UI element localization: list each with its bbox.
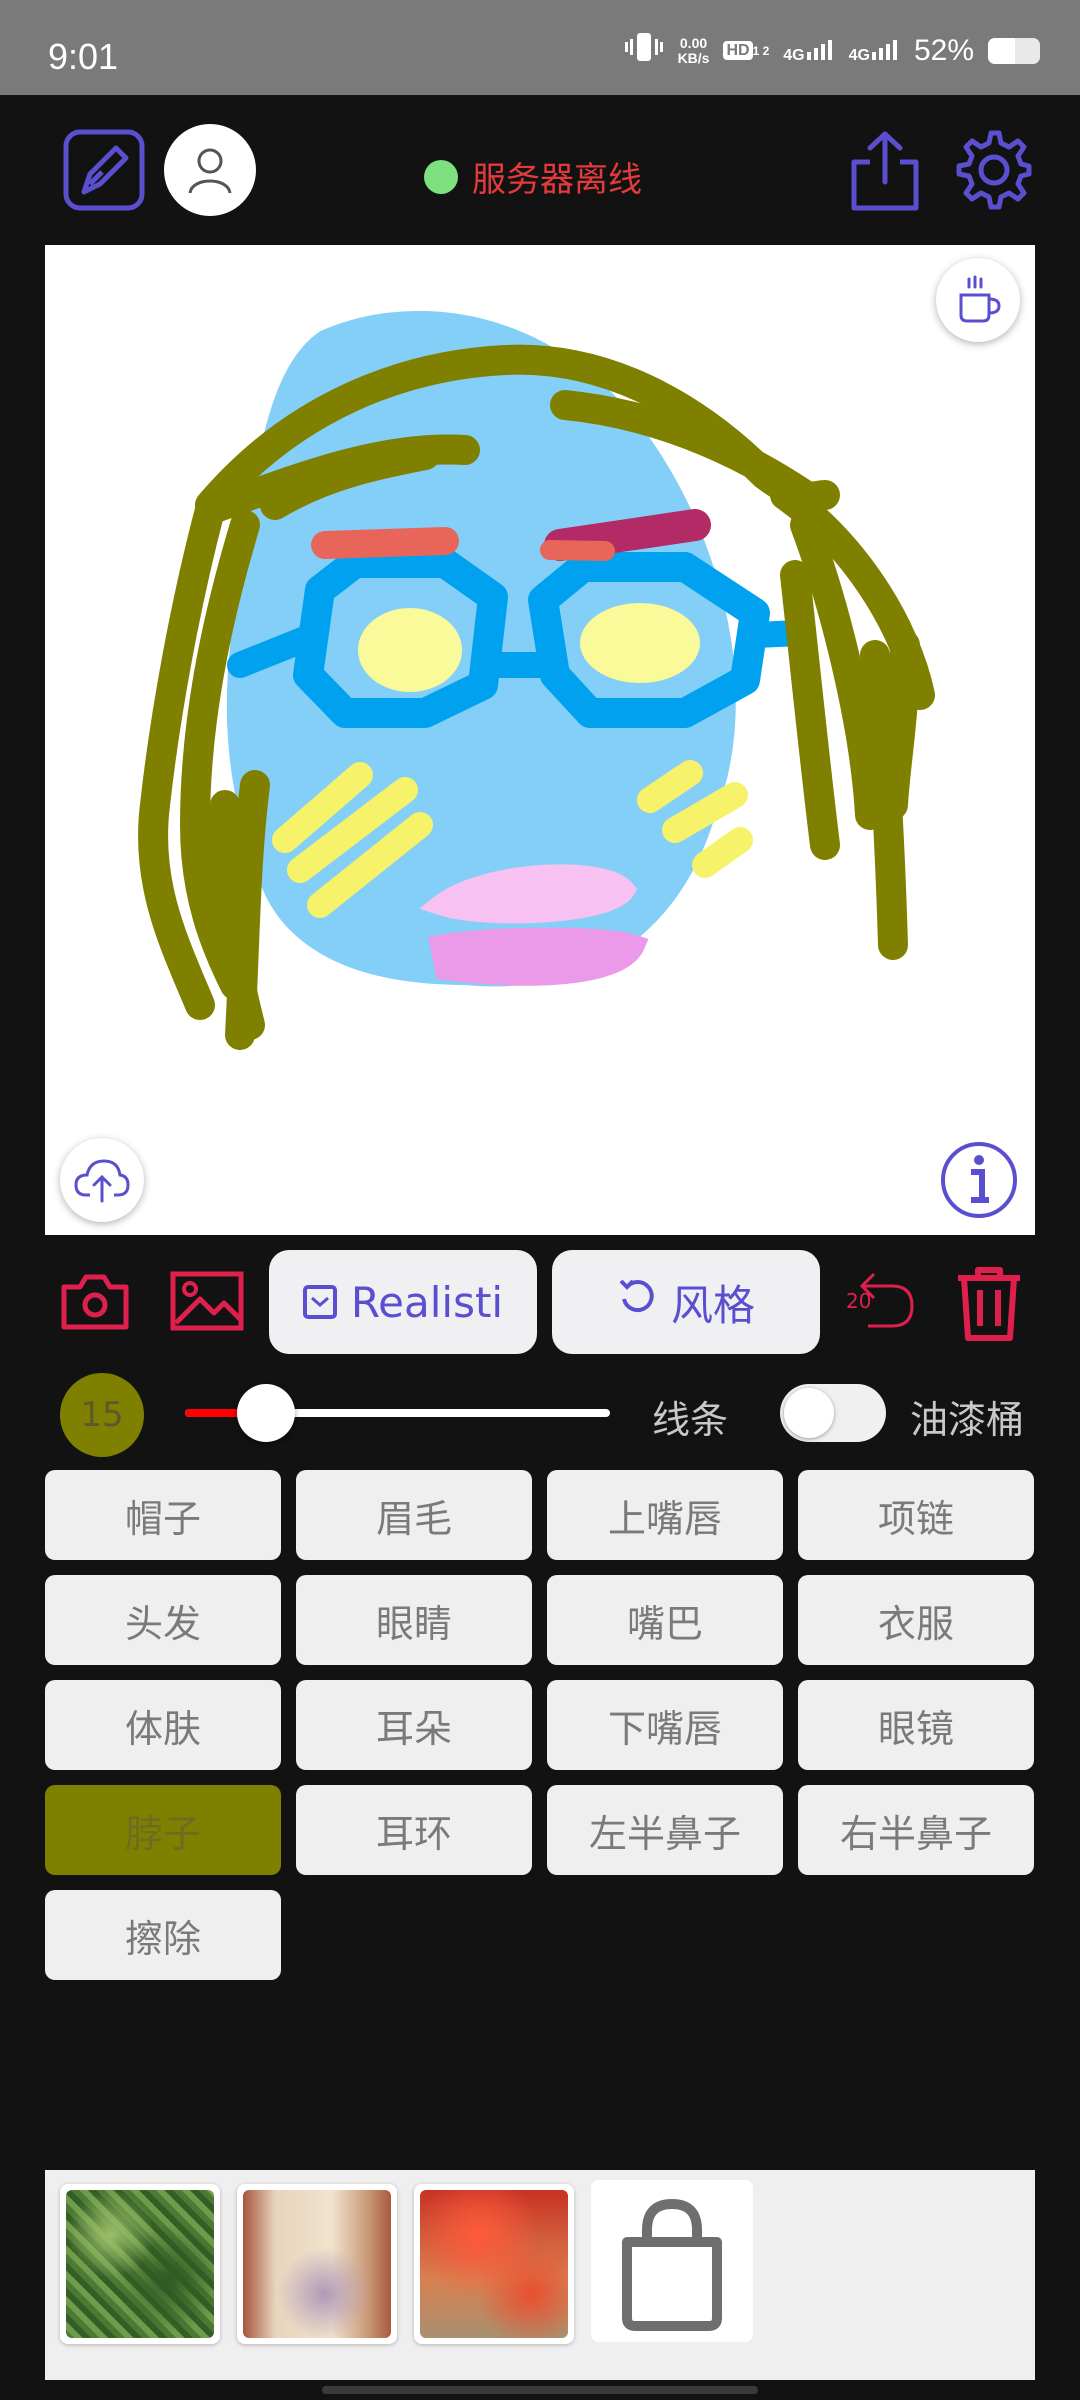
thumbnail-image-3 (420, 2190, 568, 2338)
battery-icon (988, 38, 1040, 64)
part-selector-grid: 帽子 眉毛 上嘴唇 项链头发 眼睛 嘴巴 衣服体肤 耳朵 下嘴唇 眼镜脖子 耳环 左半鼻子 右半鼻子擦除 (45, 1470, 1035, 1980)
part-button[interactable]: 衣服 (798, 1575, 1034, 1665)
thumbnail-image-1 (66, 2190, 214, 2338)
brush-size-badge: 15 (60, 1373, 144, 1457)
status-indicators: 0.00 KB/s HD 1 2 4G 4G 52% (624, 30, 1040, 72)
cloud-upload-icon[interactable] (60, 1138, 144, 1222)
part-button[interactable]: 下嘴唇 (547, 1680, 783, 1770)
toggle-knob (784, 1388, 834, 1438)
undo-icon[interactable] (848, 1266, 918, 1336)
refresh-icon (617, 1277, 657, 1327)
net-speed: 0.00 KB/s (677, 35, 710, 66)
battery-percent: 52% (913, 34, 974, 67)
style-thumbnail[interactable] (237, 2184, 397, 2344)
vibrate-icon (624, 30, 664, 72)
user-avatar-icon[interactable] (164, 124, 256, 216)
part-button[interactable]: 擦除 (45, 1890, 281, 1980)
server-status-text: 服务器离线 (472, 160, 642, 200)
line-mode-label: 线条 (652, 1398, 729, 1442)
part-button[interactable]: 头发 (45, 1575, 281, 1665)
status-time: 9:01 (48, 36, 119, 77)
signal-2: 4G (849, 38, 900, 65)
part-button[interactable]: 脖子 (45, 1785, 281, 1875)
slider-thumb[interactable] (236, 1384, 295, 1442)
server-status: 服务器离线 (424, 152, 642, 201)
coffee-cup-icon[interactable] (936, 258, 1020, 342)
camera-icon[interactable] (60, 1268, 130, 1334)
part-button[interactable]: 上嘴唇 (547, 1470, 783, 1560)
part-button[interactable]: 帽子 (45, 1470, 281, 1560)
part-button[interactable]: 右半鼻子 (798, 1785, 1034, 1875)
sketch-drawing (138, 310, 935, 1050)
realistic-label: Realisti (350, 1277, 504, 1327)
image-icon[interactable] (170, 1268, 244, 1334)
checkbox-icon (302, 1285, 337, 1319)
share-icon[interactable] (846, 128, 924, 212)
style-button[interactable]: 风格 (552, 1250, 820, 1354)
part-button[interactable]: 体肤 (45, 1680, 281, 1770)
paint-bucket-toggle[interactable] (780, 1384, 886, 1442)
style-thumbnails (45, 2170, 1035, 2380)
part-button[interactable]: 耳环 (296, 1785, 532, 1875)
paint-bucket-label: 油漆桶 (910, 1398, 1025, 1442)
style-label: 风格 (670, 1280, 755, 1330)
part-button[interactable]: 耳朵 (296, 1680, 532, 1770)
realistic-button[interactable]: Realisti (269, 1250, 537, 1354)
part-button[interactable]: 眉毛 (296, 1470, 532, 1560)
drawing-canvas[interactable] (45, 245, 1035, 1235)
signal-1: 4G (783, 38, 834, 65)
gear-icon[interactable] (952, 128, 1036, 212)
part-button[interactable]: 眼睛 (296, 1575, 532, 1665)
battery-level (988, 38, 1016, 64)
style-thumbnail[interactable] (414, 2184, 574, 2344)
part-button[interactable]: 项链 (798, 1470, 1034, 1560)
status-dot (424, 159, 458, 194)
edit-square-icon[interactable] (62, 128, 146, 212)
part-button[interactable]: 嘴巴 (547, 1575, 783, 1665)
style-thumbnail[interactable] (60, 2184, 220, 2344)
info-icon[interactable] (939, 1140, 1019, 1220)
status-bar: 9:01 0.00 KB/s HD 1 2 4G 4G 52% (0, 0, 1080, 95)
shopping-bag-icon[interactable] (591, 2180, 753, 2342)
trash-icon[interactable] (952, 1262, 1026, 1342)
home-indicator (322, 2386, 758, 2394)
thumbnail-image-2 (243, 2190, 391, 2338)
part-button[interactable]: 左半鼻子 (547, 1785, 783, 1875)
part-button[interactable]: 眼镜 (798, 1680, 1034, 1770)
hd-indicator: HD 1 2 (723, 41, 769, 60)
